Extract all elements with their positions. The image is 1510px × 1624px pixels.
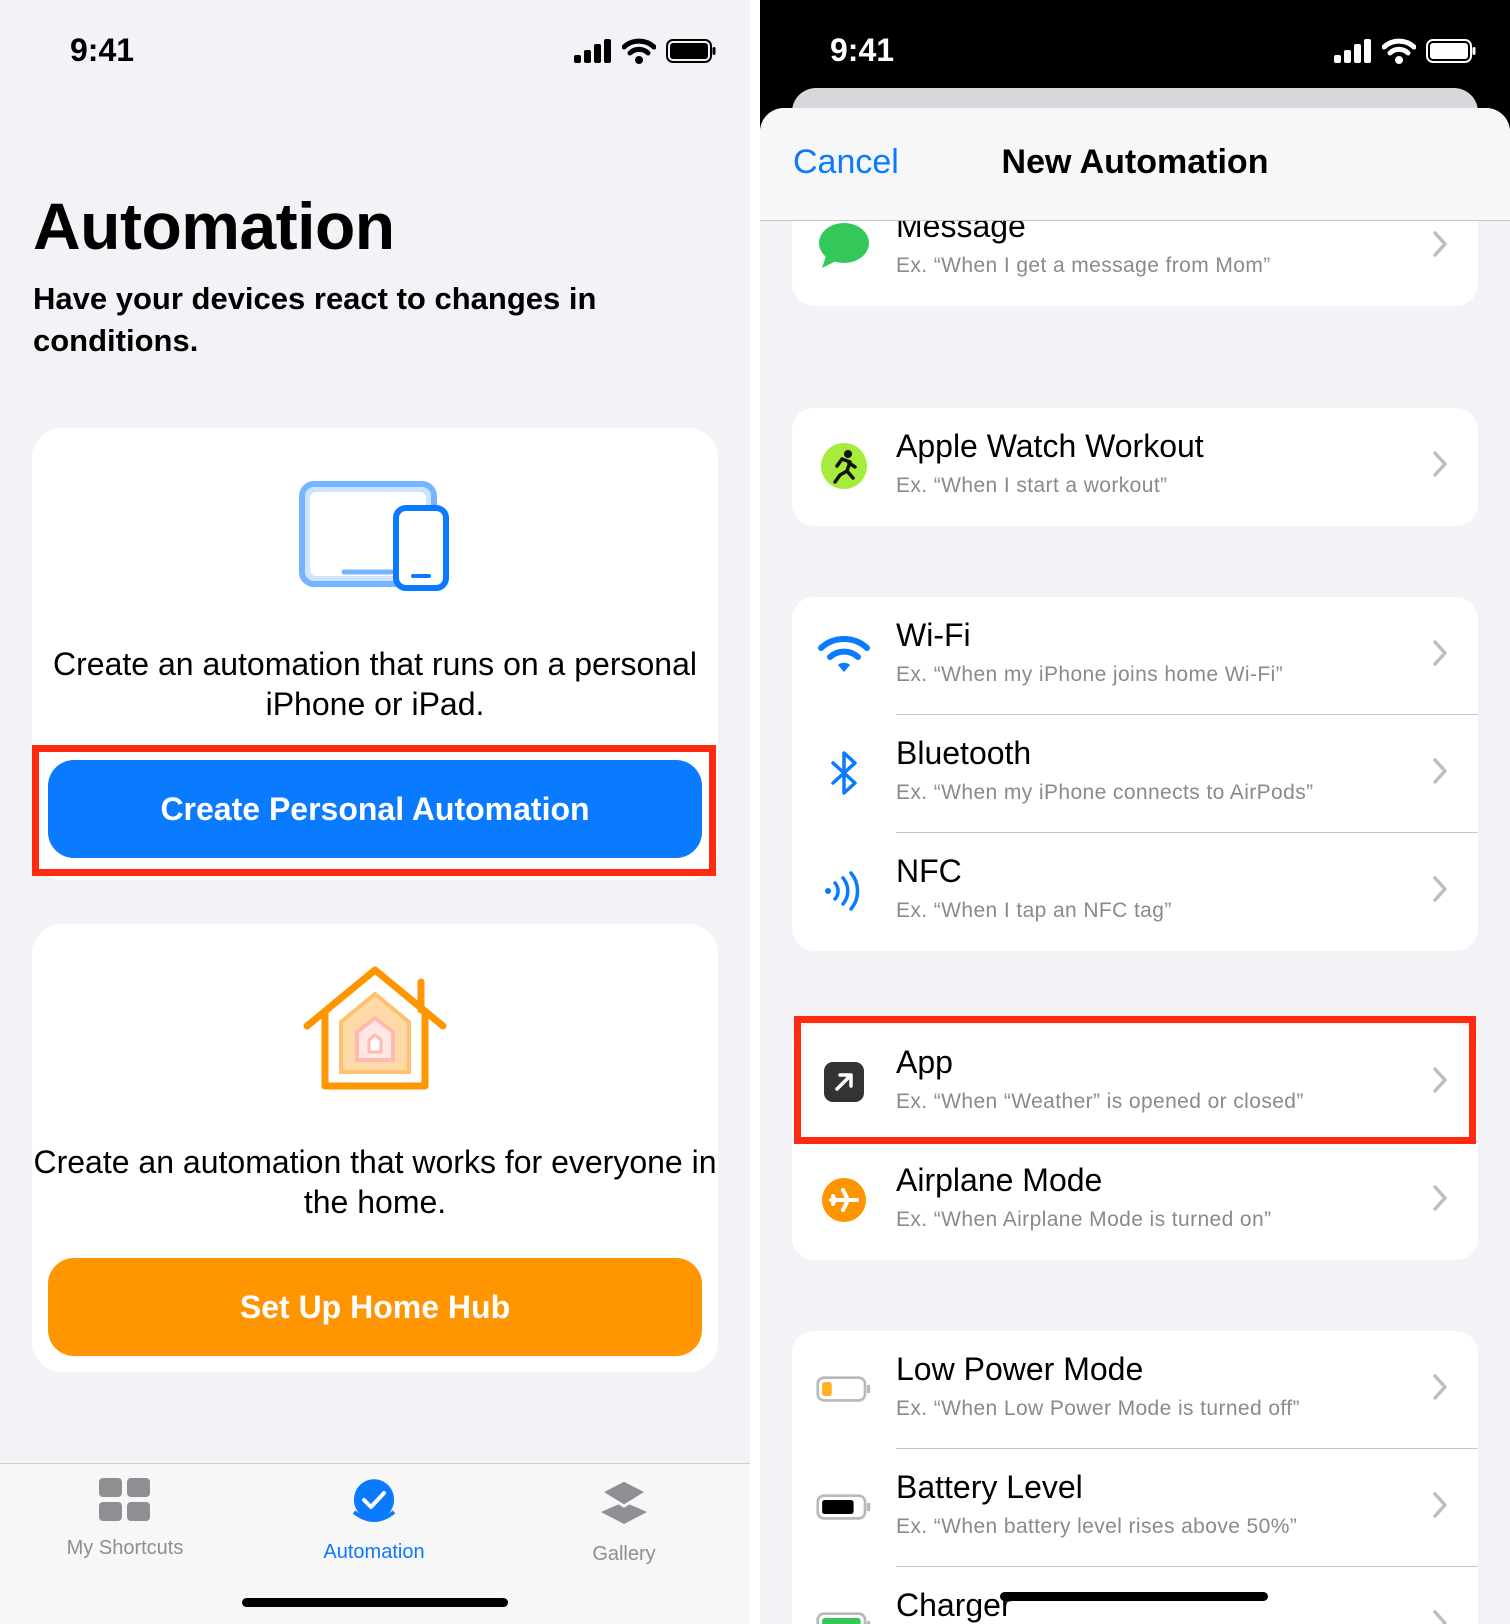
battery-status-icon: [666, 39, 716, 63]
airplane-icon: [816, 1172, 872, 1228]
chevron-right-icon: [1433, 1185, 1447, 1211]
trigger-group-power: Low Power Mode Ex. “When Low Power Mode …: [792, 1331, 1478, 1624]
automation-screen: 9:41 Automation Have your devices react …: [0, 0, 750, 1624]
status-bar: 9:41: [0, 30, 750, 74]
chevron-right-icon: [1433, 1374, 1447, 1400]
tab-automation[interactable]: Automation: [274, 1478, 474, 1564]
trigger-title: NFC: [896, 853, 962, 889]
trigger-title: Battery Level: [896, 1469, 1083, 1505]
sheet-title: New Automation: [1001, 143, 1269, 181]
trigger-title: Low Power Mode: [896, 1351, 1144, 1387]
new-automation-sheet: Cancel New Automation Message Ex. “When …: [760, 108, 1510, 1624]
checkmark-circle-icon: [352, 1479, 396, 1522]
status-icons: [1334, 38, 1476, 64]
tab-bar: My Shortcuts Automation Gallery: [0, 1463, 750, 1624]
new-automation-screen: 9:41 Cancel New Automation Message Ex. “…: [760, 0, 1510, 1624]
trigger-row-apple-watch-workout[interactable]: Apple Watch Workout Ex. “When I start a …: [792, 408, 1478, 526]
sheet-header: Cancel New Automation: [760, 108, 1510, 221]
tab-label: Gallery: [592, 1543, 656, 1565]
workout-runner-icon: [816, 438, 872, 494]
bluetooth-icon: [816, 745, 872, 801]
trigger-title: Apple Watch Workout: [896, 428, 1204, 464]
grid-icon: [99, 1478, 150, 1521]
status-bar: 9:41: [760, 30, 1510, 74]
trigger-group-workout: Apple Watch Workout Ex. “When I start a …: [792, 408, 1478, 526]
trigger-row-low-power-mode[interactable]: Low Power Mode Ex. “When Low Power Mode …: [792, 1331, 1478, 1449]
trigger-row-battery-level[interactable]: Battery Level Ex. “When battery level ri…: [792, 1449, 1478, 1567]
tab-my-shortcuts[interactable]: My Shortcuts: [25, 1478, 225, 1560]
trigger-row-wifi[interactable]: Wi-Fi Ex. “When my iPhone joins home Wi-…: [792, 597, 1478, 715]
trigger-row-bluetooth[interactable]: Bluetooth Ex. “When my iPhone connects t…: [792, 715, 1478, 833]
message-bubble-icon: [816, 218, 872, 274]
home-indicator: [242, 1598, 508, 1607]
low-power-battery-icon: [816, 1361, 872, 1417]
layers-icon: [597, 1478, 651, 1524]
trigger-title: Charger: [896, 1587, 1012, 1623]
charger-icon: [816, 1597, 872, 1624]
chevron-right-icon: [1433, 1610, 1447, 1624]
nfc-icon: [816, 863, 872, 919]
status-time: 9:41: [830, 32, 895, 68]
trigger-row-nfc[interactable]: NFC Ex. “When I tap an NFC tag”: [792, 833, 1478, 951]
wifi-status-icon: [622, 38, 656, 64]
trigger-example: Ex. “When I tap an NFC tag”: [896, 899, 1172, 922]
home-indicator: [1000, 1592, 1268, 1601]
wifi-icon: [816, 627, 872, 683]
trigger-group-connectivity: Wi-Fi Ex. “When my iPhone joins home Wi-…: [792, 597, 1478, 951]
chevron-right-icon: [1433, 231, 1447, 257]
cellular-signal-icon: [574, 39, 611, 63]
trigger-example: Ex. “When battery level rises above 50%”: [896, 1515, 1298, 1538]
page-title: Automation: [33, 189, 395, 263]
chevron-right-icon: [1433, 1492, 1447, 1518]
trigger-example: Ex. “When my iPhone connects to AirPods”: [896, 781, 1314, 804]
tab-label: My Shortcuts: [66, 1537, 184, 1559]
trigger-title: Wi-Fi: [896, 617, 971, 653]
chevron-right-icon: [1433, 451, 1447, 477]
set-up-home-hub-button[interactable]: Set Up Home Hub: [48, 1258, 702, 1356]
page-subtitle: Have your devices react to changes in co…: [33, 281, 597, 358]
home-icon: [303, 966, 447, 1090]
chevron-right-icon: [1433, 876, 1447, 902]
home-card-text: Create an automation that works for ever…: [33, 1144, 717, 1220]
status-icons: [574, 38, 716, 64]
highlight-box: [794, 1016, 1476, 1144]
cellular-signal-icon: [1334, 39, 1371, 63]
trigger-title: Bluetooth: [896, 735, 1032, 771]
trigger-example: Ex. “When I get a message from Mom”: [896, 254, 1271, 277]
chevron-right-icon: [1433, 640, 1447, 666]
trigger-example: Ex. “When my iPhone joins home Wi-Fi”: [896, 663, 1284, 686]
home-automation-card: Create an automation that works for ever…: [32, 924, 718, 1372]
trigger-example: Ex. “When I start a workout”: [896, 474, 1168, 497]
battery-icon: [816, 1479, 872, 1535]
trigger-title: Airplane Mode: [896, 1162, 1103, 1198]
wifi-status-icon: [1382, 38, 1416, 64]
status-time: 9:41: [70, 32, 135, 68]
devices-icon: [299, 481, 449, 591]
trigger-row-airplane-mode[interactable]: Airplane Mode Ex. “When Airplane Mode is…: [792, 1142, 1478, 1260]
chevron-right-icon: [1433, 758, 1447, 784]
tab-label: Automation: [323, 1541, 425, 1563]
highlight-box: [32, 745, 716, 876]
tab-gallery[interactable]: Gallery: [524, 1478, 724, 1566]
battery-status-icon: [1426, 39, 1476, 63]
trigger-example: Ex. “When Airplane Mode is turned on”: [896, 1208, 1272, 1231]
personal-card-text: Create an automation that runs on a pers…: [53, 646, 697, 722]
trigger-example: Ex. “When Low Power Mode is turned off”: [896, 1397, 1300, 1420]
panel-divider: [750, 0, 760, 1624]
